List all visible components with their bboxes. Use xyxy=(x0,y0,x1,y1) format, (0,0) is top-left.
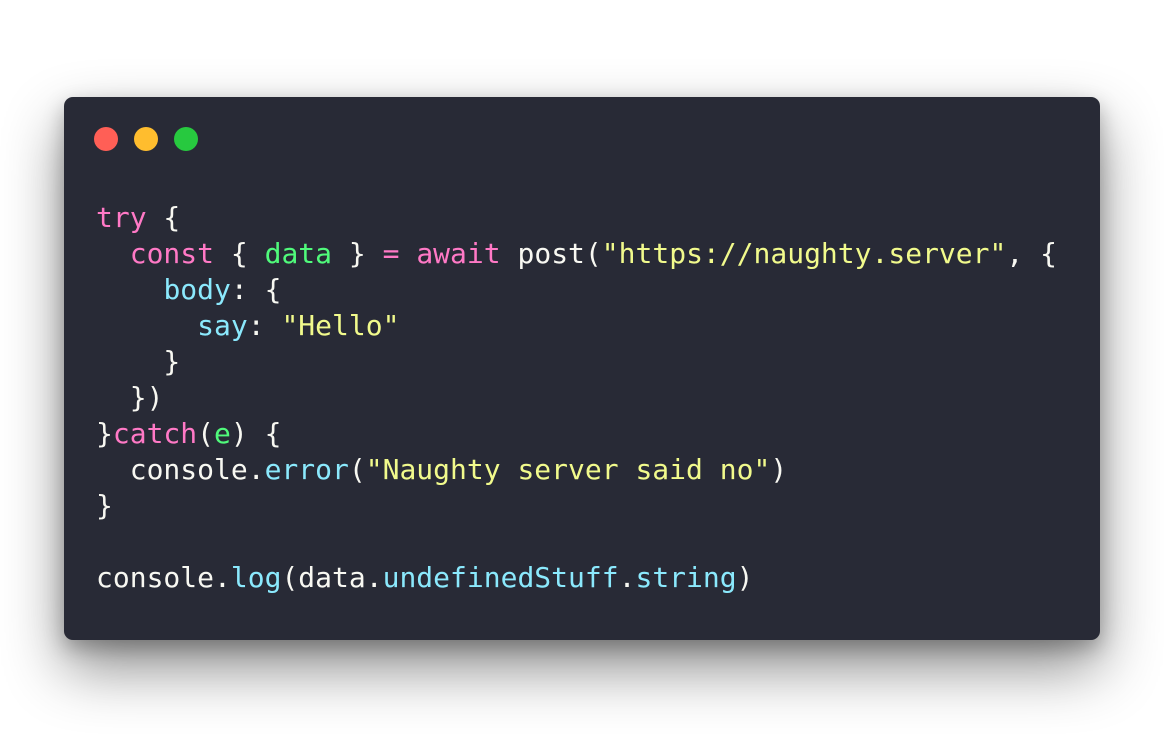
code-token: error xyxy=(264,453,349,486)
code-token: data xyxy=(264,237,333,270)
code-line: }catch(e) { xyxy=(96,416,1057,452)
code-token: ( xyxy=(197,417,215,450)
code-token: }) xyxy=(96,381,164,414)
code-token: "https://naughty.server" xyxy=(601,237,1007,270)
code-line: console.log(data.undefinedStuff.string) xyxy=(96,560,1057,596)
code-token: string xyxy=(635,561,737,594)
code-token: console. xyxy=(96,453,265,486)
code-token: "Naughty server said no" xyxy=(365,453,771,486)
code-token: post( xyxy=(500,237,602,270)
code-token: catch xyxy=(112,417,198,450)
code-line: } xyxy=(96,488,1057,524)
code-token: try xyxy=(96,201,147,234)
code-line: say: "Hello" xyxy=(96,308,1057,344)
code-token: } xyxy=(332,237,383,270)
code-line: const { data } = await post("https://nau… xyxy=(96,236,1057,272)
code-token: ) xyxy=(770,453,788,486)
code-token: body xyxy=(163,273,231,306)
code-token: log xyxy=(230,561,282,594)
code-line: } xyxy=(96,344,1057,380)
code-token: ) { xyxy=(230,417,282,450)
code-token: : { xyxy=(230,273,282,306)
code-token: const xyxy=(129,237,215,270)
code-token: ( xyxy=(348,453,366,486)
code-token: "Hello" xyxy=(281,309,400,342)
screenshot-stage: try { const { data } = await post("https… xyxy=(0,0,1164,738)
code-token: : xyxy=(247,309,282,342)
code-token: { xyxy=(146,201,181,234)
code-token: e xyxy=(214,417,231,450)
code-token: (data. xyxy=(281,561,383,594)
code-token: } xyxy=(96,417,113,450)
code-token: } xyxy=(96,489,113,522)
code-window: try { const { data } = await post("https… xyxy=(64,97,1100,640)
code-token: say xyxy=(197,309,248,342)
code-token: . xyxy=(618,561,636,594)
code-line: console.error("Naughty server said no") xyxy=(96,452,1057,488)
code-token: console. xyxy=(96,561,231,594)
code-line: body: { xyxy=(96,272,1057,308)
close-button[interactable] xyxy=(94,127,118,151)
window-controls xyxy=(94,127,198,151)
code-token: { xyxy=(214,237,265,270)
code-token: undefinedStuff xyxy=(382,561,619,594)
code-token: await xyxy=(416,237,501,270)
code-line: }) xyxy=(96,380,1057,416)
code-token: ) xyxy=(736,561,754,594)
code-line: try { xyxy=(96,200,1057,236)
code-token: , { xyxy=(1006,237,1057,270)
code-block: try { const { data } = await post("https… xyxy=(96,200,1057,596)
minimize-button[interactable] xyxy=(134,127,158,151)
code-token: = xyxy=(382,237,400,270)
zoom-button[interactable] xyxy=(174,127,198,151)
code-token: } xyxy=(96,345,181,378)
